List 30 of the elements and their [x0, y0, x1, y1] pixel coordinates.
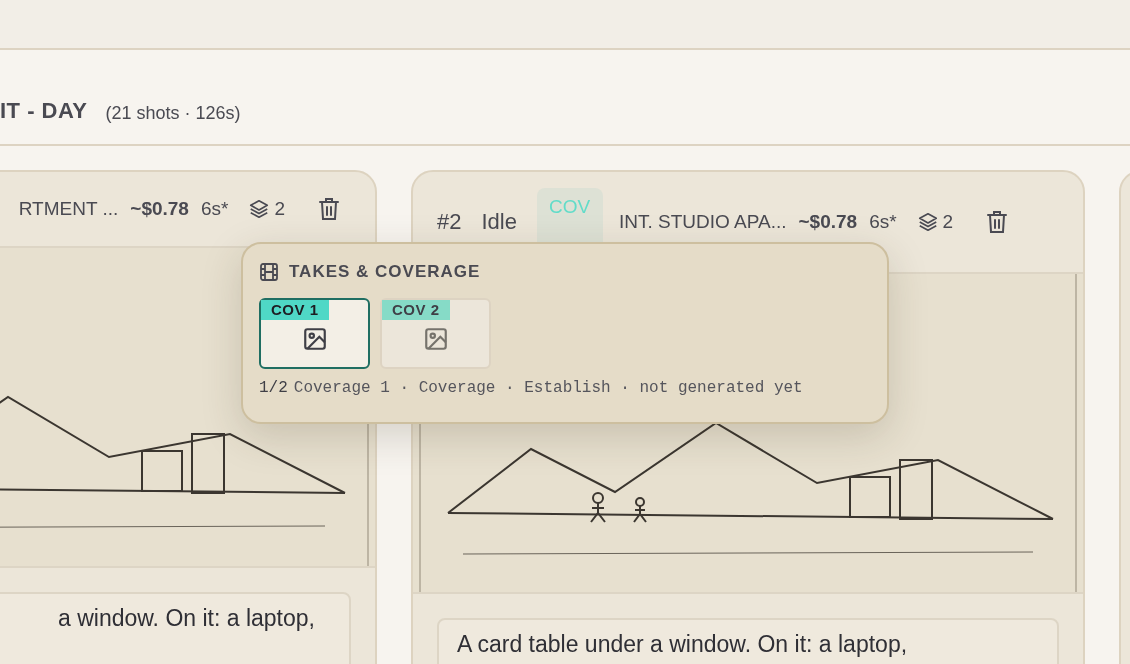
take-thumbnail[interactable]: COV 2 — [380, 298, 491, 369]
shot-description: a window. On it: a laptop, — [0, 592, 351, 664]
take-details: Coverage 1 · Coverage · Establish · not generated yet — [293, 379, 803, 397]
shot-number: #2 — [437, 209, 462, 235]
trash-icon — [985, 209, 1010, 235]
popover-title: TAKES & COVERAGE — [289, 262, 481, 282]
takes-button[interactable]: 2 — [248, 198, 285, 220]
shot-duration: 6s* — [200, 198, 229, 220]
film-icon — [259, 262, 279, 282]
take-thumbnail[interactable]: COV 1 — [259, 298, 370, 369]
takes-button[interactable]: 2 — [916, 211, 954, 233]
image-icon — [301, 325, 328, 352]
shot-status: Idle — [481, 209, 517, 235]
layers-icon — [248, 198, 271, 220]
shot-cost: ~$0.78 — [130, 198, 189, 220]
shot-location: INT. STUDIO APA... — [618, 211, 787, 233]
delete-button[interactable] — [317, 196, 341, 222]
trash-icon — [317, 196, 341, 222]
shot-description: A card table under a window. On it: a laptop, — [437, 618, 1059, 664]
layers-icon — [916, 211, 939, 233]
shot-location: RTMENT ... — [18, 198, 119, 220]
take-label: COV 2 — [382, 300, 450, 320]
scene-title: IT - DAY — [0, 98, 88, 124]
shot-duration: 6s* — [869, 211, 897, 233]
image-icon — [422, 325, 449, 352]
take-label: COV 1 — [261, 300, 329, 320]
take-index: 1/2 — [259, 379, 288, 397]
shot-cost: ~$0.78 — [798, 211, 858, 233]
delete-button[interactable] — [985, 209, 1010, 235]
scene-meta: (21 shots · 126s) — [105, 103, 241, 124]
